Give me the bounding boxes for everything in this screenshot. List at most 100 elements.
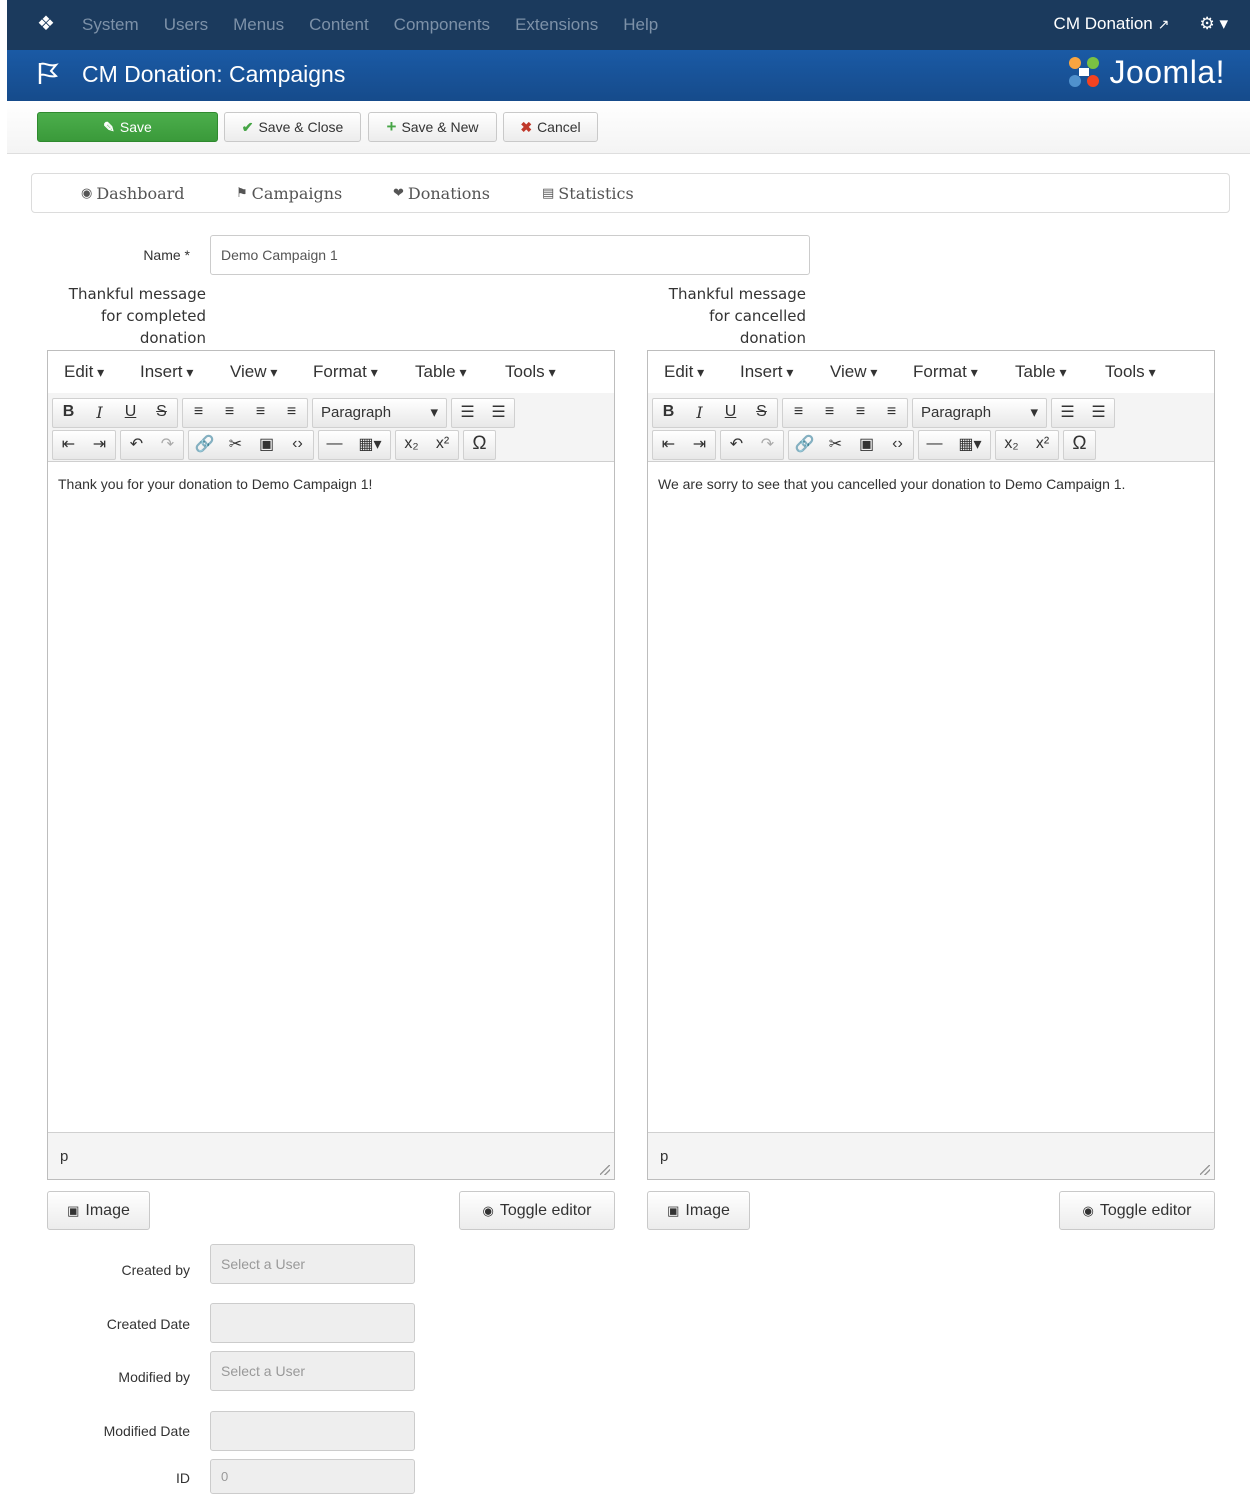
outdent-icon[interactable]: ⇤ xyxy=(53,431,84,457)
toggle-editor-button-left[interactable]: ◉ Toggle editor xyxy=(459,1191,615,1230)
menu-menus[interactable]: Menus xyxy=(233,14,284,36)
align-justify-icon[interactable]: ≡ xyxy=(276,399,307,425)
bullet-list-icon[interactable]: ☰ xyxy=(452,399,483,425)
save-button[interactable]: ✎ Save xyxy=(37,112,218,142)
created-date-field[interactable] xyxy=(210,1303,415,1343)
editor-menu-tools[interactable]: Tools xyxy=(505,362,556,382)
element-path[interactable]: p xyxy=(60,1148,68,1165)
editor-menu-insert[interactable]: Insert xyxy=(740,362,793,382)
table-icon[interactable]: ▦▾ xyxy=(950,431,990,457)
bullet-list-icon[interactable]: ☰ xyxy=(1052,399,1083,425)
underline-icon[interactable]: U xyxy=(115,399,146,425)
horizontal-rule-icon[interactable]: — xyxy=(919,431,950,457)
menu-components[interactable]: Components xyxy=(394,14,490,36)
unlink-icon[interactable]: ✂ xyxy=(220,431,251,457)
editor-content[interactable]: Thank you for your donation to Demo Camp… xyxy=(58,476,372,492)
subnav-campaigns[interactable]: ⚑ Campaigns xyxy=(236,184,342,203)
caret-down-icon: ▾ xyxy=(1030,404,1038,421)
link-icon[interactable]: 🔗 xyxy=(789,431,820,457)
unlink-icon[interactable]: ✂ xyxy=(820,431,851,457)
indent-icon[interactable]: ⇥ xyxy=(684,431,715,457)
numbered-list-icon[interactable]: ☰ xyxy=(1083,399,1114,425)
underline-icon[interactable]: U xyxy=(715,399,746,425)
subscript-icon[interactable]: x₂ xyxy=(396,431,427,457)
editor-menu-tools[interactable]: Tools xyxy=(1105,362,1156,382)
editor-menu-edit[interactable]: Edit xyxy=(64,362,104,382)
italic-icon[interactable]: I xyxy=(684,399,715,425)
editor-menu-insert[interactable]: Insert xyxy=(140,362,193,382)
joomla-menu-icon[interactable]: ❖ xyxy=(37,14,57,34)
link-icon[interactable]: 🔗 xyxy=(189,431,220,457)
toggle-editor-button-right[interactable]: ◉ Toggle editor xyxy=(1059,1191,1215,1230)
resize-handle-icon[interactable] xyxy=(1200,1165,1210,1175)
menu-system[interactable]: System xyxy=(82,14,139,36)
undo-icon[interactable]: ↶ xyxy=(121,431,152,457)
image-icon[interactable]: ▣ xyxy=(851,431,882,457)
created-by-field[interactable]: Select a User xyxy=(210,1244,415,1284)
editor-menu-view[interactable]: View xyxy=(830,362,877,382)
italic-icon[interactable]: I xyxy=(84,399,115,425)
align-center-icon[interactable]: ≡ xyxy=(214,399,245,425)
redo-icon[interactable]: ↷ xyxy=(752,431,783,457)
image-button-right[interactable]: ▣ Image xyxy=(647,1191,750,1230)
modified-date-field[interactable] xyxy=(210,1411,415,1451)
editor-menu-view[interactable]: View xyxy=(230,362,277,382)
redo-icon[interactable]: ↷ xyxy=(152,431,183,457)
dashboard-icon: ◉ xyxy=(81,186,93,201)
subnav-donations[interactable]: ❤ Donations xyxy=(393,184,490,203)
special-char-icon[interactable]: Ω xyxy=(1064,431,1095,457)
format-select[interactable]: Paragraph ▾ xyxy=(913,399,1046,425)
site-link[interactable]: CM Donation xyxy=(1054,14,1153,34)
code-icon[interactable]: ‹› xyxy=(882,431,913,457)
gear-icon[interactable]: ⚙ ▾ xyxy=(1200,14,1229,34)
subnav-dashboard[interactable]: ◉ Dashboard xyxy=(81,184,185,203)
name-input[interactable]: Demo Campaign 1 xyxy=(210,235,810,275)
editor-menu-edit[interactable]: Edit xyxy=(664,362,704,382)
modified-by-field[interactable]: Select a User xyxy=(210,1351,415,1391)
cancel-button[interactable]: ✖ Cancel xyxy=(503,112,598,142)
align-left-icon[interactable]: ≡ xyxy=(183,399,214,425)
superscript-icon[interactable]: x² xyxy=(427,431,458,457)
align-justify-icon[interactable]: ≡ xyxy=(876,399,907,425)
element-path[interactable]: p xyxy=(660,1148,668,1165)
editor-menu-format[interactable]: Format xyxy=(313,362,378,382)
caret-down-icon: ▾ xyxy=(430,404,438,421)
image-button-left[interactable]: ▣ Image xyxy=(47,1191,150,1230)
subscript-icon[interactable]: x₂ xyxy=(996,431,1027,457)
menu-users[interactable]: Users xyxy=(164,14,208,36)
indent-icon[interactable]: ⇥ xyxy=(84,431,115,457)
format-select[interactable]: Paragraph ▾ xyxy=(313,399,446,425)
align-center-icon[interactable]: ≡ xyxy=(814,399,845,425)
resize-handle-icon[interactable] xyxy=(600,1165,610,1175)
table-icon[interactable]: ▦▾ xyxy=(350,431,390,457)
menu-extensions[interactable]: Extensions xyxy=(515,14,598,36)
editor-content[interactable]: We are sorry to see that you cancelled y… xyxy=(658,476,1125,492)
strikethrough-icon[interactable]: S xyxy=(746,399,777,425)
bold-icon[interactable]: B xyxy=(653,399,684,425)
menu-content[interactable]: Content xyxy=(309,14,369,36)
strikethrough-icon[interactable]: S xyxy=(146,399,177,425)
subnav-statistics[interactable]: ▤ Statistics xyxy=(542,184,634,203)
undo-icon[interactable]: ↶ xyxy=(721,431,752,457)
bold-icon[interactable]: B xyxy=(53,399,84,425)
code-icon[interactable]: ‹› xyxy=(282,431,313,457)
align-right-icon[interactable]: ≡ xyxy=(245,399,276,425)
align-left-icon[interactable]: ≡ xyxy=(783,399,814,425)
save-new-button[interactable]: + Save & New xyxy=(368,112,497,142)
save-close-button[interactable]: ✔ Save & Close xyxy=(224,112,361,142)
superscript-icon[interactable]: x² xyxy=(1027,431,1058,457)
special-char-icon[interactable]: Ω xyxy=(464,431,495,457)
outdent-icon[interactable]: ⇤ xyxy=(653,431,684,457)
created-by-label: Created by xyxy=(121,1262,190,1278)
image-icon[interactable]: ▣ xyxy=(251,431,282,457)
horizontal-rule-icon[interactable]: — xyxy=(319,431,350,457)
sub-navigation: ◉ Dashboard ⚑ Campaigns ❤ Donations ▤ St… xyxy=(31,173,1230,213)
joomla-logo: Joomla! xyxy=(1065,54,1225,90)
editor-menu-table[interactable]: Table xyxy=(415,362,467,382)
editor-menu-table[interactable]: Table xyxy=(1015,362,1067,382)
editor-menu-format[interactable]: Format xyxy=(913,362,978,382)
menu-help[interactable]: Help xyxy=(623,14,658,36)
flag-icon xyxy=(38,62,59,84)
align-right-icon[interactable]: ≡ xyxy=(845,399,876,425)
numbered-list-icon[interactable]: ☰ xyxy=(483,399,514,425)
